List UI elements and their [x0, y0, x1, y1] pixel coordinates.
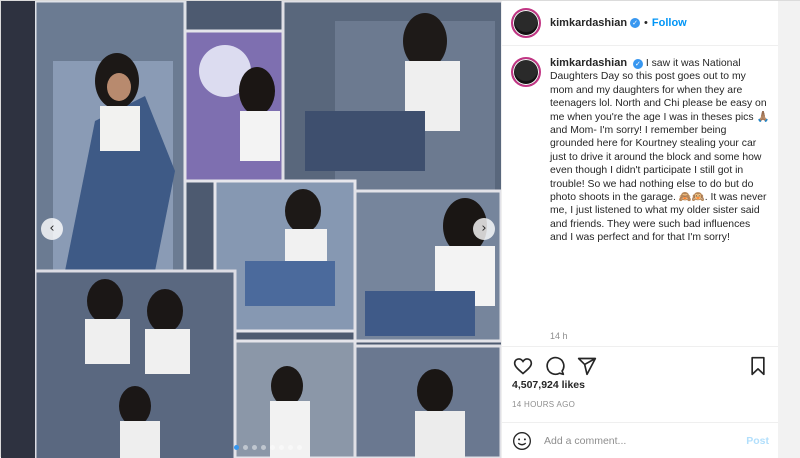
likes-count[interactable]: 4,507,924 likes — [512, 379, 585, 391]
post-header: kimkardashian ✓ • Follow — [502, 1, 779, 46]
comment-icon — [546, 356, 565, 375]
post-comment-button[interactable]: Post — [746, 435, 769, 447]
comment-button[interactable] — [544, 355, 566, 377]
smiley-icon[interactable] — [512, 431, 532, 451]
follow-button[interactable]: Follow — [652, 17, 687, 29]
carousel-dots — [35, 445, 501, 450]
header-separator: • — [644, 17, 648, 29]
caption: kimkardashian ✓ I saw it was National Da… — [550, 57, 770, 245]
carousel-dot — [252, 445, 257, 450]
carousel-dot — [297, 445, 302, 450]
avatar[interactable] — [511, 8, 541, 38]
carousel-dot — [261, 445, 266, 450]
save-button[interactable] — [747, 355, 769, 377]
carousel-prev-button[interactable]: ‹ — [41, 218, 63, 240]
carousel-dot — [279, 445, 284, 450]
like-button[interactable] — [512, 355, 534, 377]
caption-username[interactable]: kimkardashian — [550, 57, 627, 69]
backdrop-left — [1, 1, 35, 458]
action-bar — [502, 346, 779, 378]
post-photo[interactable]: ‹ › — [35, 1, 501, 458]
caption-avatar[interactable] — [511, 57, 541, 87]
caption-row: kimkardashian ✓ I saw it was National Da… — [511, 57, 770, 245]
carousel-next-button[interactable]: › — [473, 218, 495, 240]
backdrop-right — [778, 1, 800, 458]
photo-collage — [35, 1, 501, 458]
caption-verified-badge-icon: ✓ — [632, 59, 643, 69]
heart-icon — [513, 357, 533, 375]
caption-timestamp[interactable]: 14 h — [550, 331, 568, 341]
share-button[interactable] — [576, 355, 598, 377]
carousel-dot — [234, 445, 239, 450]
comment-input[interactable] — [544, 434, 747, 447]
add-comment-bar: Post — [502, 422, 779, 458]
caption-text: I saw it was National Daughters Day so t… — [550, 58, 770, 244]
header-username[interactable]: kimkardashian — [550, 17, 627, 29]
post-timestamp[interactable]: 14 HOURS AGO — [512, 400, 575, 409]
caption-area: kimkardashian ✓ I saw it was National Da… — [502, 47, 779, 346]
verified-badge-icon: ✓ — [630, 18, 641, 28]
instagram-post-dialog: ‹ › kimkardashian ✓ • Follow kimkardashi… — [0, 0, 800, 458]
carousel-dot — [243, 445, 248, 450]
bookmark-icon — [751, 356, 765, 375]
carousel-dot — [270, 445, 275, 450]
post-side-panel: kimkardashian ✓ • Follow kimkardashian ✓… — [501, 1, 779, 458]
share-icon — [577, 357, 597, 375]
carousel-dot — [288, 445, 293, 450]
